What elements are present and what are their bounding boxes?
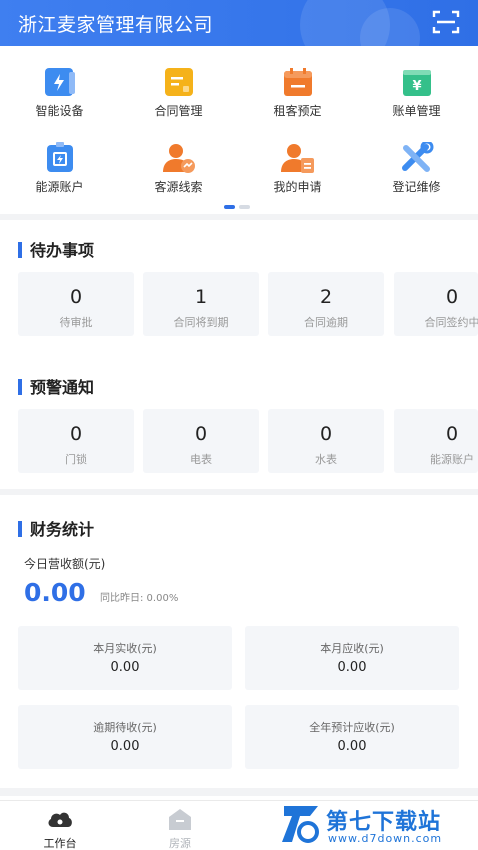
today-revenue-value: 0.00 [24,578,86,607]
today-revenue-compare: 同比昨日: 0.00% [100,593,179,604]
tab-label: 工作台 [43,837,77,850]
menu-item-label: 我的申请 [273,180,322,194]
menu-item-label: 智能设备 [35,104,84,118]
bill-icon: ¥ [403,70,431,96]
finance-value: 0.00 [337,660,367,675]
grid-page-indicator [224,205,254,209]
finance-card-overdue-pending[interactable]: 逾期待收(元) 0.00 [18,705,232,769]
menu-item-energy-account[interactable]: 能源账户 [0,134,119,200]
todo-card-contract-signing[interactable]: 0 合同签约中 [394,272,478,336]
watermark: 第七下载站 www.d7down.com [280,800,472,850]
contract-icon [165,68,193,96]
app-header: 浙江麦家管理有限公司 [0,0,478,46]
menu-item-booking[interactable]: 租客预定 [238,58,357,124]
menu-item-label: 租客预定 [273,104,322,118]
warning-section-title: 预警通知 [18,374,94,398]
warning-card-electric-meter[interactable]: 0 电表 [143,409,259,473]
section-divider [0,214,478,220]
tab-workbench[interactable]: 工作台 [0,801,120,850]
finance-card-month-receivable[interactable]: 本月应收(元) 0.00 [245,626,459,690]
tab-house[interactable]: 房源 [120,801,240,850]
warning-count: 0 [319,423,333,445]
watermark-url: www.d7down.com [328,832,443,845]
menu-item-label: 账单管理 [392,104,441,118]
warning-count: 0 [69,423,83,445]
repair-icon [402,142,434,172]
quick-menu-grid: 智能设备 合同管理 租客预定 ¥ 账单管理 能源账户 客源线索 我的申请 登记维… [0,58,478,208]
menu-item-label: 登记维修 [392,180,441,194]
today-revenue-label: 今日营收额(元) [24,557,106,571]
company-title: 浙江麦家管理有限公司 [18,14,214,36]
finance-label: 本月应收(元) [320,642,384,655]
todo-card-pending-approval[interactable]: 0 待审批 [18,272,134,336]
warning-card-energy-account[interactable]: 0 能源账户 [394,409,478,473]
menu-item-label: 合同管理 [154,104,203,118]
finance-value: 0.00 [337,739,367,754]
warning-count: 0 [194,423,208,445]
warning-label: 能源账户 [430,453,474,466]
todo-count: 1 [194,286,208,308]
svg-text:¥: ¥ [412,79,421,94]
todo-label: 合同逾期 [304,316,348,329]
menu-item-my-application[interactable]: 我的申请 [238,134,357,200]
menu-item-label: 能源账户 [35,180,84,194]
warning-card-door-lock[interactable]: 0 门锁 [18,409,134,473]
todo-section-title: 待办事项 [18,237,94,261]
warning-card-water-meter[interactable]: 0 水表 [268,409,384,473]
warning-label: 门锁 [65,453,87,466]
todo-card-contract-expiring[interactable]: 1 合同将到期 [143,272,259,336]
finance-value: 0.00 [110,739,140,754]
finance-value: 0.00 [110,660,140,675]
workbench-cloud-icon [48,812,72,827]
finance-label: 全年预计应收(元) [309,721,395,734]
finance-card-month-received[interactable]: 本月实收(元) 0.00 [18,626,232,690]
menu-item-smart-device[interactable]: 智能设备 [0,58,119,124]
finance-section-title: 财务统计 [18,516,94,540]
menu-item-repair[interactable]: 登记维修 [357,134,476,200]
warning-label: 水表 [315,453,337,466]
warning-label: 电表 [190,453,212,466]
tab-label: 房源 [169,837,191,850]
menu-item-contract[interactable]: 合同管理 [119,58,238,124]
house-icon [169,809,191,830]
menu-item-label: 客源线索 [154,180,203,194]
energy-account-icon [47,142,73,172]
customer-lead-icon [163,144,195,173]
menu-item-bill[interactable]: ¥ 账单管理 [357,58,476,124]
finance-card-annual-estimate[interactable]: 全年预计应收(元) 0.00 [245,705,459,769]
todo-count: 0 [69,286,83,308]
menu-item-customer-lead[interactable]: 客源线索 [119,134,238,200]
scan-icon[interactable] [432,9,460,35]
todo-count: 2 [319,286,333,308]
todo-label: 待审批 [59,316,93,329]
finance-label: 逾期待收(元) [93,721,157,734]
section-divider [0,788,478,796]
todo-count: 0 [445,286,459,308]
page-dot-active [224,205,235,209]
my-application-icon [281,144,314,173]
warning-count: 0 [445,423,459,445]
todo-card-contract-overdue[interactable]: 2 合同逾期 [268,272,384,336]
page-dot [239,205,250,209]
todo-label: 合同签约中 [424,316,478,329]
section-divider [0,489,478,495]
smart-device-icon [45,68,75,96]
finance-label: 本月实收(元) [93,642,157,655]
watermark-logo-icon [282,806,319,843]
todo-label: 合同将到期 [173,316,229,329]
booking-icon [284,68,312,96]
